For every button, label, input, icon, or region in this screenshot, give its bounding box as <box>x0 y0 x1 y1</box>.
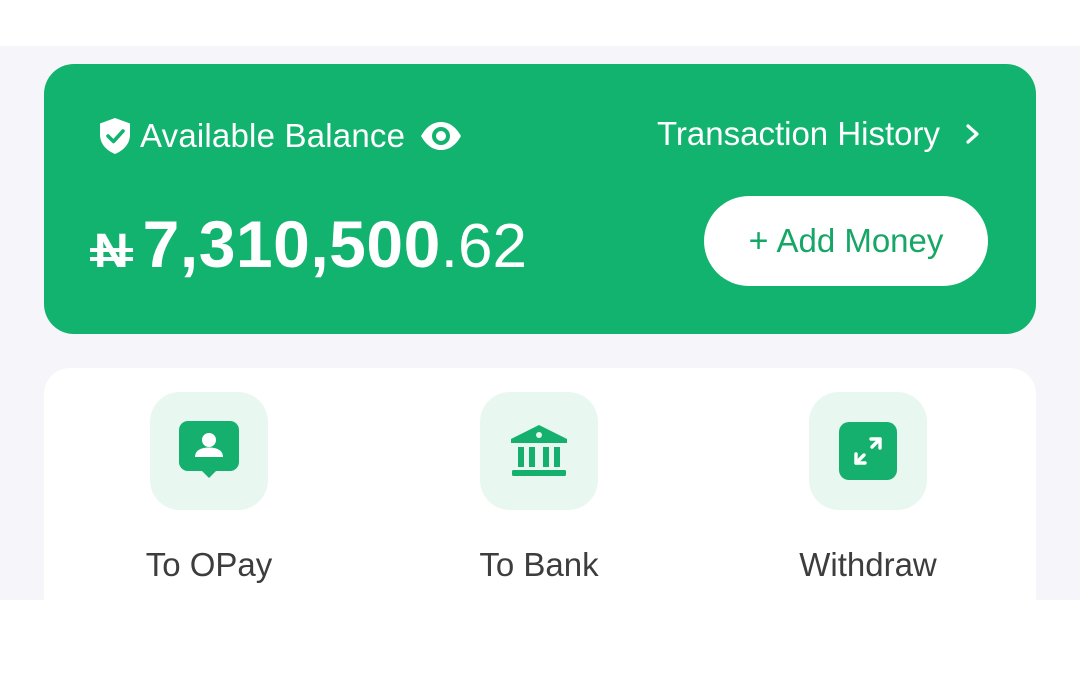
user-chat-icon <box>179 421 239 478</box>
eye-icon[interactable] <box>419 120 463 152</box>
expand-arrows-icon <box>839 422 897 480</box>
bottom-strip <box>0 600 1080 685</box>
to-opay-action[interactable]: To OPay <box>109 392 309 584</box>
balance-amount: N 7,310,500 .62 <box>90 206 527 282</box>
add-money-label: Add Money <box>776 222 944 259</box>
withdraw-tile <box>809 392 927 510</box>
shield-check-icon <box>100 118 130 154</box>
to-bank-tile <box>480 392 598 510</box>
balance-header: Available Balance <box>96 116 463 156</box>
to-opay-tile <box>150 392 268 510</box>
quick-actions-card: To OPay To Bank Withdraw <box>44 368 1036 600</box>
top-strip <box>0 0 1080 46</box>
naira-bar-bottom <box>90 257 133 261</box>
withdraw-label: Withdraw <box>799 546 937 583</box>
available-balance-label: Available Balance <box>140 117 406 154</box>
naira-bar-top <box>90 248 133 252</box>
withdraw-action[interactable]: Withdraw <box>768 392 968 584</box>
add-money-button[interactable]: + Add Money <box>704 196 988 286</box>
balance-amount-main: 7,310,500 <box>142 207 441 281</box>
bank-icon <box>511 425 567 476</box>
to-bank-action[interactable]: To Bank <box>439 392 639 584</box>
transaction-history-link[interactable]: Transaction History <box>657 114 984 154</box>
naira-currency-sign: N <box>90 224 133 279</box>
transaction-history-label: Transaction History <box>656 115 940 152</box>
to-opay-label: To OPay <box>145 546 273 583</box>
chevron-right-icon <box>966 124 979 144</box>
plus-icon: + <box>748 221 769 260</box>
to-bank-label: To Bank <box>479 546 599 583</box>
balance-amount-decimal: .62 <box>440 212 527 281</box>
balance-card: Available Balance Transaction History N … <box>44 64 1036 334</box>
